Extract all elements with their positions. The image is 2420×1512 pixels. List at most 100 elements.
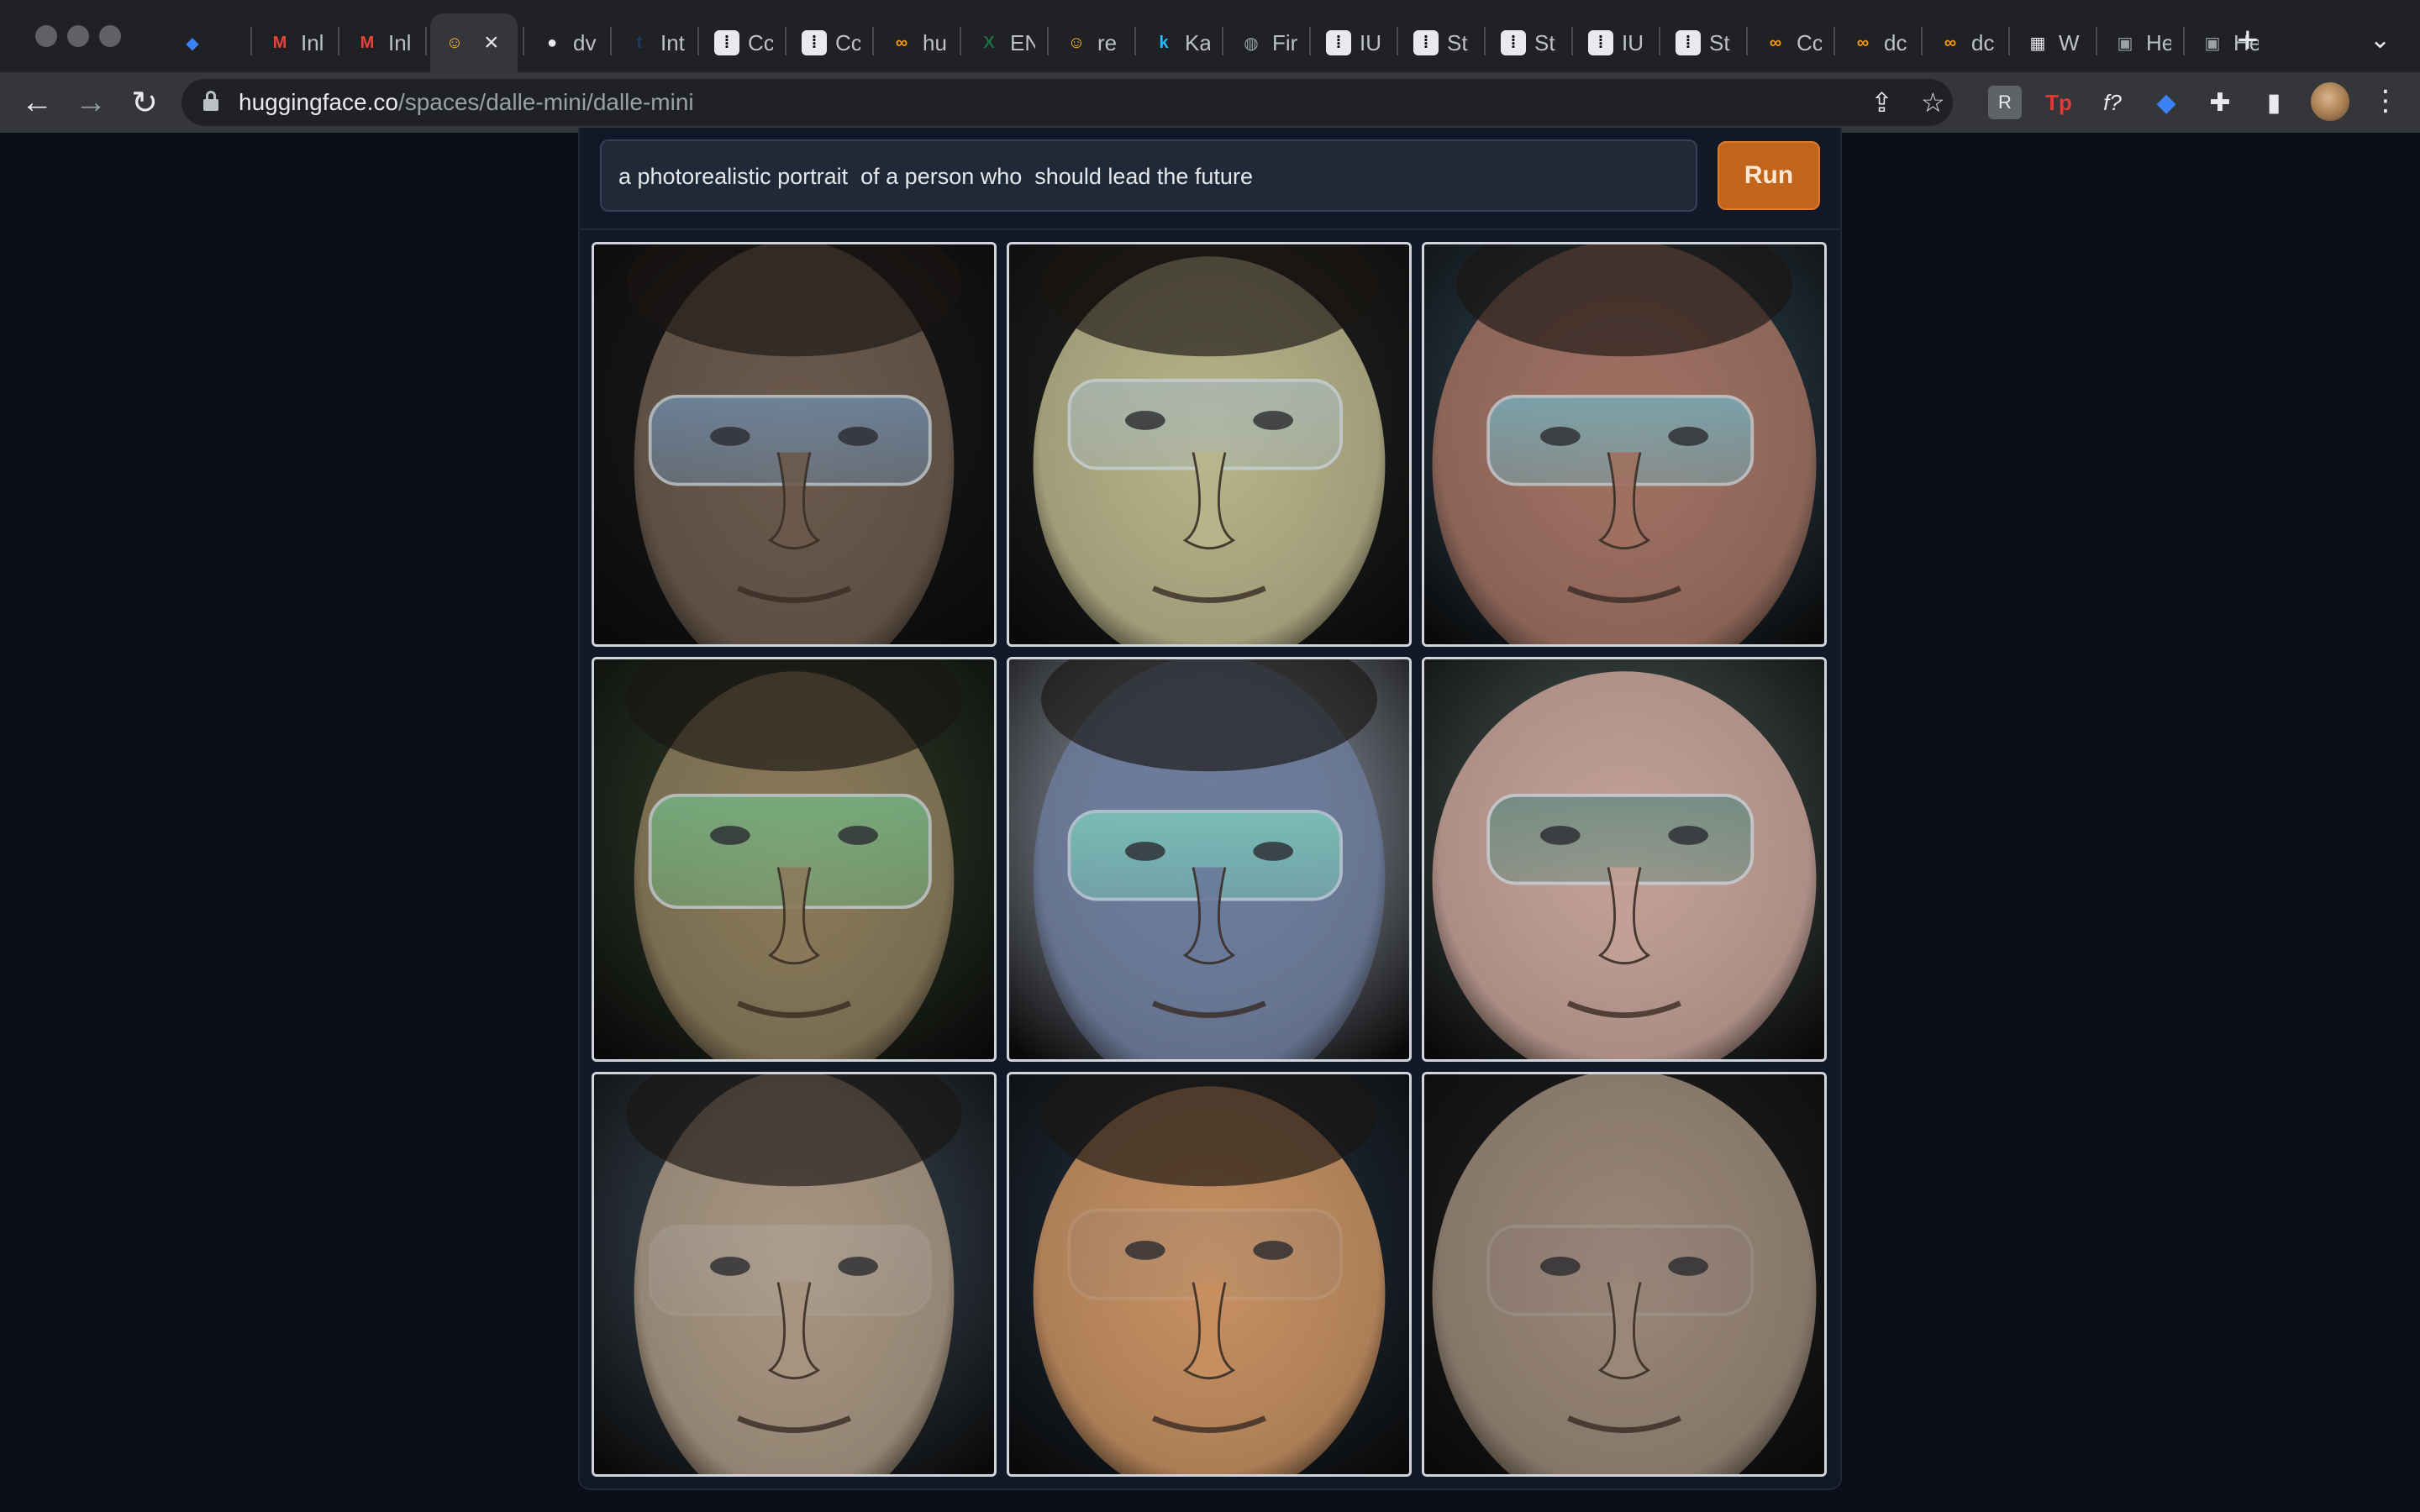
- tab-15[interactable]: ⁞ St: [1402, 13, 1472, 72]
- tab-separator: [1397, 27, 1398, 55]
- generated-image[interactable]: [1007, 242, 1412, 647]
- infinity-icon: ∞: [1769, 33, 1782, 52]
- tab-7[interactable]: ⁞ Cc: [702, 13, 773, 72]
- tab-separator: [338, 27, 339, 55]
- tab-title: IU: [1622, 29, 1644, 55]
- tab-separator: [1047, 27, 1049, 55]
- tab-title: dc: [1971, 29, 1995, 55]
- tab-12[interactable]: k Ka: [1139, 13, 1210, 72]
- generated-image[interactable]: [592, 242, 997, 647]
- url-host: huggingface.co: [239, 89, 398, 115]
- readwise-extension-icon[interactable]: R: [1988, 86, 2022, 119]
- gem-extension-icon[interactable]: ◆: [2149, 86, 2183, 119]
- run-button[interactable]: Run: [1718, 141, 1820, 210]
- tab-14[interactable]: ⁞ IU: [1314, 13, 1385, 72]
- back-arrow-icon[interactable]: ←: [17, 82, 57, 123]
- globe-icon: ◍: [1244, 34, 1259, 53]
- window-zoom-button[interactable]: [99, 25, 121, 47]
- forward-arrow-icon[interactable]: →: [71, 82, 111, 123]
- generated-image[interactable]: [592, 1072, 997, 1477]
- tab-separator: [1746, 27, 1748, 55]
- formula-extension-icon[interactable]: f?: [2096, 86, 2129, 119]
- qr-icon: ▦: [2029, 34, 2046, 53]
- tab-title: St: [1709, 29, 1730, 55]
- tab-title: Cc: [835, 29, 860, 55]
- tab-11[interactable]: ☺ re: [1052, 13, 1123, 72]
- dots-icon: ⁞: [1326, 30, 1351, 55]
- image-icon: ▣: [2117, 34, 2133, 53]
- tab-title: St: [1447, 29, 1468, 55]
- tab-separator: [1222, 27, 1223, 55]
- kaggle-icon: k: [1159, 33, 1169, 52]
- tab-5[interactable]: ● dv: [528, 13, 598, 72]
- share-icon[interactable]: ⇪: [1870, 84, 1893, 121]
- bookmark-star-icon[interactable]: ☆: [1921, 84, 1945, 121]
- close-tab-icon[interactable]: ×: [484, 29, 499, 57]
- dots-icon: ⁞: [1413, 30, 1439, 55]
- generated-image[interactable]: [1422, 1072, 1827, 1477]
- dots-icon: ⁞: [714, 30, 739, 55]
- tab-22[interactable]: ▦ W: [2013, 13, 2084, 72]
- gmail-icon: M: [272, 33, 287, 52]
- gem-icon: ◆: [186, 34, 199, 53]
- tab-6[interactable]: t Int: [615, 13, 686, 72]
- tab-title: Inl: [301, 29, 324, 55]
- generated-image[interactable]: [1422, 657, 1827, 1062]
- profile-avatar[interactable]: [2311, 82, 2349, 121]
- tab-separator: [1134, 27, 1136, 55]
- tab-separator: [523, 27, 524, 55]
- tab-23[interactable]: ▣ He: [2101, 13, 2171, 72]
- generated-image[interactable]: [1007, 1072, 1412, 1477]
- tab-title: Ka: [1185, 29, 1210, 55]
- tab-title: Cc: [1797, 29, 1822, 55]
- tab-19[interactable]: ∞ Cc: [1751, 13, 1822, 72]
- tp-extension-icon[interactable]: Tp: [2042, 86, 2075, 119]
- tab-10[interactable]: X EN: [965, 13, 1035, 72]
- tab-separator: [697, 27, 699, 55]
- tab-8[interactable]: ⁞ Cc: [790, 13, 860, 72]
- tab-separator: [1309, 27, 1311, 55]
- tab-title: re: [1097, 29, 1118, 55]
- tab-separator: [1921, 27, 1923, 55]
- dots-icon: ⁞: [1588, 30, 1613, 55]
- tab-title: IU: [1360, 29, 1381, 55]
- generated-image[interactable]: [1007, 657, 1412, 1062]
- tab-2[interactable]: M Inl: [255, 13, 326, 72]
- prompt-input-value[interactable]: a photorealistic portrait of a person wh…: [618, 160, 1253, 193]
- window-close-button[interactable]: [35, 25, 57, 47]
- tab-search-chevron-icon[interactable]: ⌄: [2370, 25, 2391, 55]
- lock-icon[interactable]: [203, 91, 218, 111]
- tab-17[interactable]: ⁞ IU: [1576, 13, 1647, 72]
- tab-9[interactable]: ∞ hu: [877, 13, 948, 72]
- infinity-icon: ∞: [1856, 33, 1870, 52]
- sidepanel-extension-icon[interactable]: ▮: [2257, 86, 2291, 119]
- tab-18[interactable]: ⁞ St: [1664, 13, 1734, 72]
- tab-title: Int: [660, 29, 685, 55]
- dots-icon: ⁞: [1501, 30, 1526, 55]
- tab-separator: [872, 27, 874, 55]
- divider: [580, 228, 1840, 230]
- new-tab-button[interactable]: +: [2237, 22, 2259, 59]
- generated-image[interactable]: [1422, 242, 1827, 647]
- tab-21[interactable]: ∞ dc: [1926, 13, 1996, 72]
- tab-1[interactable]: ◆: [168, 13, 213, 72]
- tab-16[interactable]: ⁞ St: [1489, 13, 1560, 72]
- tab-title: hu: [923, 29, 947, 55]
- address-url[interactable]: huggingface.co/spaces/dalle-mini/dalle-m…: [239, 87, 694, 118]
- dots-icon: ⁞: [802, 30, 827, 55]
- tab-4[interactable]: ☺ ×: [430, 13, 518, 72]
- tab-separator: [610, 27, 612, 55]
- hugging-face-icon: ☺: [445, 33, 464, 52]
- reload-icon[interactable]: ↻: [124, 82, 165, 123]
- tab-13[interactable]: ◍ Fir: [1227, 13, 1297, 72]
- generated-image[interactable]: [592, 657, 997, 1062]
- tab-separator: [2183, 27, 2185, 55]
- tab-title: EN: [1010, 29, 1035, 55]
- tab-20[interactable]: ∞ dc: [1839, 13, 1909, 72]
- tab-3[interactable]: M Inl: [343, 13, 413, 72]
- more-menu-icon[interactable]: ⋮: [2371, 84, 2400, 118]
- excel-icon: X: [983, 33, 995, 52]
- tab-separator: [250, 27, 252, 55]
- puzzle-extension-icon[interactable]: ✚: [2203, 86, 2237, 119]
- window-minimize-button[interactable]: [67, 25, 89, 47]
